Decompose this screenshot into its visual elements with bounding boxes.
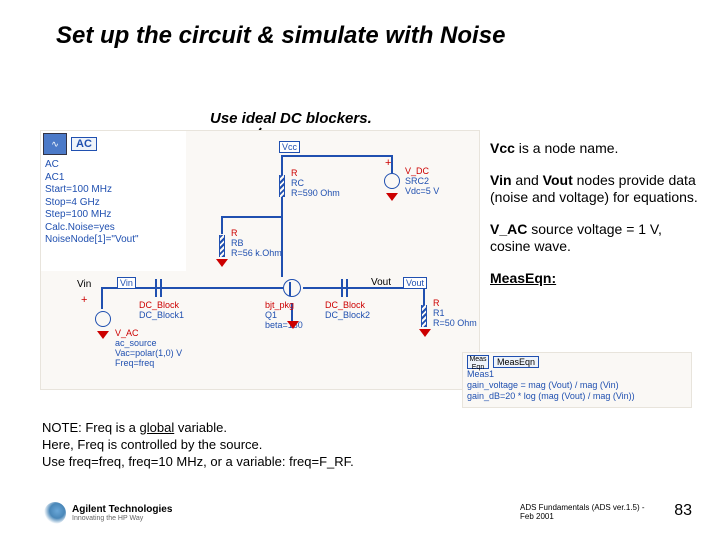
ground-icon — [287, 321, 299, 329]
vac-source-symbol — [95, 311, 111, 327]
page-number: 83 — [674, 502, 692, 520]
measeqn-block: Meas Eqn MeasEqn Meas1 gain_voltage = ma… — [462, 352, 692, 408]
ground-icon — [419, 329, 431, 337]
node-vcc: Vcc — [279, 141, 300, 153]
node-vin: Vin — [117, 277, 136, 289]
wave-icon: ∿ — [43, 133, 67, 155]
sim-line: AC — [45, 159, 182, 172]
ground-icon — [216, 259, 228, 267]
plus-icon: + — [81, 294, 87, 306]
resistor-r1-symbol — [421, 305, 427, 327]
measeqn-line: gain_voltage = mag (Vout) / mag (Vin) — [467, 380, 687, 391]
resistor-rb-symbol — [219, 235, 225, 257]
resistor-rc-symbol — [279, 175, 285, 197]
annotation-column: Vcc is a node name. Vin and Vout nodes p… — [490, 140, 700, 287]
footer-credit: ADS Fundamentals (ADS ver.1.5) - Feb 200… — [520, 503, 650, 522]
measeqn-icon: Meas Eqn — [467, 355, 489, 369]
brand-logo: Agilent Technologies Innovating the HP W… — [44, 502, 172, 524]
sim-line: Stop=4 GHz — [45, 197, 182, 210]
measeqn-label: MeasEqn — [493, 356, 539, 369]
note-vin-vout: Vin and Vout nodes provide data (noise a… — [490, 172, 700, 207]
resistor-rc-label: R RC R=590 Ohm — [291, 169, 340, 199]
slide-title: Set up the circuit & simulate with Noise — [56, 22, 505, 50]
spark-icon — [44, 502, 66, 524]
ground-icon — [386, 193, 398, 201]
dc-block2-symbol — [337, 279, 351, 297]
ground-icon — [97, 331, 109, 339]
ac-sim-controller: ∿ AC AC AC1 Start=100 MHz Stop=4 GHz Ste… — [41, 131, 186, 271]
sim-line: Step=100 MHz — [45, 209, 182, 222]
sim-line: NoiseNode[1]="Vout" — [45, 234, 182, 247]
vdc-label: V_DC SRC2 Vdc=5 V — [405, 167, 439, 197]
note-vac: V_AC source voltage = 1 V, cosine wave. — [490, 221, 700, 256]
vin-pin-label: Vin — [77, 279, 91, 290]
plus-icon: + — [385, 157, 391, 169]
resistor-rb-label: R RB R=56 k.Ohm — [231, 229, 282, 259]
vac-label: V_AC ac_source Vac=polar(1,0) V Freq=fre… — [115, 329, 182, 369]
ac-sim-params: AC AC1 Start=100 MHz Stop=4 GHz Step=100… — [41, 157, 186, 249]
node-vout: Vout — [403, 277, 427, 289]
note-vcc: Vcc is a node name. — [490, 140, 700, 158]
vout-pin-label: Vout — [371, 277, 391, 288]
sim-line: AC1 — [45, 172, 182, 185]
vdc-source-symbol — [384, 173, 400, 189]
instruction-text: Use ideal DC blockers. — [210, 110, 372, 127]
brand-tagline: Innovating the HP Way — [72, 515, 172, 523]
circuit-schematic: ∿ AC AC AC1 Start=100 MHz Stop=4 GHz Ste… — [40, 130, 480, 390]
bjt-symbol — [283, 279, 301, 297]
brand-name: Agilent Technologies — [72, 504, 172, 515]
resistor-r1-label: R R1 R=50 Ohm — [433, 299, 477, 329]
sim-line: Start=100 MHz — [45, 184, 182, 197]
dc-block1-symbol — [151, 279, 165, 297]
measeqn-line: gain_dB=20 * log (mag (Vout) / mag (Vin)… — [467, 391, 687, 402]
measeqn-line: Meas1 — [467, 369, 687, 380]
dc-block2-label: DC_Block DC_Block2 — [325, 301, 370, 321]
ac-label: AC — [71, 137, 97, 151]
dc-block1-label: DC_Block DC_Block1 — [139, 301, 184, 321]
sim-line: Calc.Noise=yes — [45, 222, 182, 235]
measeqn-heading: MeasEqn: — [490, 270, 700, 288]
freq-note: NOTE: Freq is a global variable. Here, F… — [42, 420, 354, 471]
